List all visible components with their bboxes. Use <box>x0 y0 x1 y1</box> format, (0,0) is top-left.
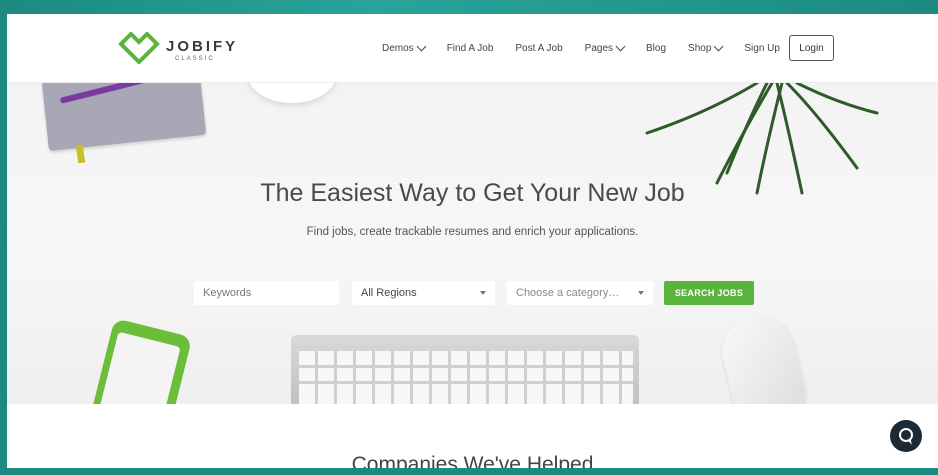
region-select-value: All Regions <box>361 287 417 299</box>
section-title: Companies We've Helped <box>351 453 594 468</box>
region-select[interactable]: All Regions <box>352 281 495 305</box>
caret-down-icon <box>638 291 644 295</box>
nav-item-find-a-job[interactable]: Find A Job <box>447 43 494 54</box>
nav-item-shop[interactable]: Shop <box>688 41 724 54</box>
nav-item-label: Pages <box>584 42 614 54</box>
keyboard-row-divider <box>299 365 633 368</box>
chevron-down-icon <box>713 41 724 52</box>
coffee-cup-image <box>247 83 337 103</box>
nav-item-demos[interactable]: Demos <box>382 41 427 54</box>
nav-item-sign-up[interactable]: Sign Up <box>744 43 780 54</box>
logo-wordmark: JOBIFY <box>166 38 239 55</box>
companies-section: Companies We've Helped <box>7 404 938 468</box>
category-select-placeholder: Choose a category… <box>516 287 620 299</box>
chevron-down-icon <box>416 41 427 52</box>
heart-outline-icon <box>118 32 160 64</box>
job-search-form: Keywords All Regions Choose a category… … <box>7 281 938 305</box>
window-frame-bottom <box>0 468 938 475</box>
keywords-input[interactable]: Keywords <box>194 281 339 305</box>
hero-subtitle: Find jobs, create trackable resumes and … <box>306 226 639 238</box>
site-header: JOBIFY CLASSIC Demos Find A Job Post A J… <box>7 14 938 83</box>
nav-item-post-a-job[interactable]: Post A Job <box>515 43 562 54</box>
login-button[interactable]: Login <box>789 35 834 61</box>
window-frame-top <box>0 0 938 14</box>
nav-item-label: Find A Job <box>446 42 494 54</box>
search-jobs-button[interactable]: SEARCH JOBS <box>664 281 754 305</box>
page: JOBIFY CLASSIC Demos Find A Job Post A J… <box>7 14 938 468</box>
hero-title: The Easiest Way to Get Your New Job <box>260 179 685 207</box>
keyboard-keys-image <box>299 351 633 404</box>
mouse-image <box>714 307 812 404</box>
nav-item-label: Demos <box>382 42 414 54</box>
chevron-down-icon <box>615 41 626 52</box>
site-logo[interactable]: JOBIFY CLASSIC <box>117 30 237 66</box>
hero-section: The Easiest Way to Get Your New Job Find… <box>7 83 938 404</box>
caret-down-icon <box>480 291 486 295</box>
nav-item-label: Sign Up <box>744 42 780 54</box>
chat-glyph <box>899 428 913 445</box>
keyboard-row-divider <box>299 381 633 384</box>
notebook-image <box>41 83 207 152</box>
main-nav: Demos Find A Job Post A Job Pages Blog S… <box>382 14 802 82</box>
nav-item-pages[interactable]: Pages <box>584 41 626 54</box>
category-select[interactable]: Choose a category… <box>507 281 653 305</box>
logo-tagline: CLASSIC <box>175 56 215 62</box>
nav-item-blog[interactable]: Blog <box>646 43 666 54</box>
nav-item-label: Blog <box>646 42 667 54</box>
nav-item-label: Post A Job <box>515 42 563 54</box>
chat-bubble-icon[interactable] <box>890 420 922 452</box>
nav-item-label: Shop <box>688 42 712 54</box>
window-frame-left <box>0 0 7 475</box>
